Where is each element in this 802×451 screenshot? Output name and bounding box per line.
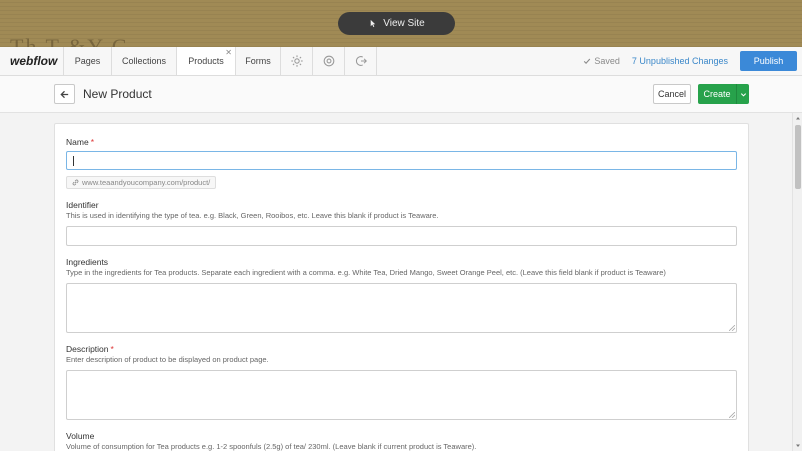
description-label-text: Description <box>66 344 109 354</box>
tab-label: Forms <box>245 56 271 66</box>
gear-icon <box>290 55 303 67</box>
product-form: Name * www.teaandyoucompany.com/product/ … <box>54 123 749 451</box>
tab-label: Products <box>188 56 224 66</box>
scroll-down-arrow-icon[interactable] <box>795 443 801 449</box>
tab-forms[interactable]: Forms <box>236 47 281 75</box>
page-header: New Product Cancel Create <box>0 76 802 113</box>
name-input[interactable] <box>66 151 737 170</box>
site-preview-band: Th T &Y C View Site <box>0 0 802 59</box>
create-label[interactable]: Create <box>698 84 736 104</box>
name-label-text: Name <box>66 137 89 147</box>
description-help: Enter description of product to be displ… <box>66 355 269 364</box>
volume-label: Volume <box>66 431 95 441</box>
link-icon <box>72 179 79 186</box>
create-options-toggle[interactable] <box>736 84 749 104</box>
ingredients-help: Type in the ingredients for Tea products… <box>66 268 666 277</box>
slug-text: www.teaandyoucompany.com/product/ <box>82 178 211 187</box>
identifier-label: Identifier <box>66 200 99 210</box>
settings-cog-icon <box>323 55 334 67</box>
scrollbar-thumb[interactable] <box>795 125 801 189</box>
view-site-label: View Site <box>383 18 425 29</box>
chevron-down-icon <box>740 92 746 97</box>
identifier-help: This is used in identifying the type of … <box>66 211 439 220</box>
tab-collections[interactable]: Collections <box>112 47 177 75</box>
required-marker: * <box>110 344 114 354</box>
tab-products[interactable]: Products ✕ <box>177 47 236 75</box>
nav-right-group: Saved 7 Unpublished Changes Publish <box>583 47 802 75</box>
check-icon <box>584 58 591 65</box>
page-title: New Product <box>83 87 152 101</box>
required-marker: * <box>90 137 94 147</box>
text-cursor <box>73 156 74 166</box>
name-label: Name * <box>66 137 94 147</box>
unpublished-changes-link[interactable]: 7 Unpublished Changes <box>632 56 728 66</box>
tab-gear[interactable] <box>281 47 313 75</box>
description-label: Description * <box>66 344 114 354</box>
tab-settings[interactable] <box>313 47 345 75</box>
form-scroll-area: Name * www.teaandyoucompany.com/product/ … <box>0 113 792 451</box>
ingredients-label: Ingredients <box>66 257 109 267</box>
create-button[interactable]: Create <box>698 84 749 104</box>
resize-handle-icon[interactable] <box>729 325 735 331</box>
ingredients-textarea[interactable] <box>66 283 737 333</box>
saved-status: Saved <box>583 56 620 66</box>
pointer-icon <box>370 19 376 28</box>
slug-field[interactable]: www.teaandyoucompany.com/product/ <box>66 176 217 189</box>
description-textarea[interactable] <box>66 370 737 420</box>
integrations-icon <box>355 56 367 66</box>
tab-label: Collections <box>121 56 167 66</box>
scroll-up-arrow-icon[interactable] <box>795 115 801 121</box>
volume-help: Volume of consumption for Tea products e… <box>66 442 477 451</box>
cancel-button[interactable]: Cancel <box>653 84 691 104</box>
tab-integrations[interactable] <box>345 47 377 75</box>
saved-label: Saved <box>594 56 620 66</box>
close-icon[interactable]: ✕ <box>225 48 232 57</box>
back-button[interactable] <box>54 84 75 104</box>
top-navigation: webflow Pages Collections Products ✕ For… <box>0 47 802 76</box>
resize-handle-icon[interactable] <box>729 412 735 418</box>
tab-pages[interactable]: Pages <box>64 47 112 75</box>
tab-label: Pages <box>74 56 101 66</box>
webflow-logo[interactable]: webflow <box>0 47 64 75</box>
arrow-left-icon <box>60 90 69 98</box>
view-site-button[interactable]: View Site <box>338 12 455 35</box>
identifier-input[interactable] <box>66 226 737 246</box>
vertical-scrollbar[interactable] <box>792 113 802 451</box>
publish-button[interactable]: Publish <box>740 51 797 71</box>
